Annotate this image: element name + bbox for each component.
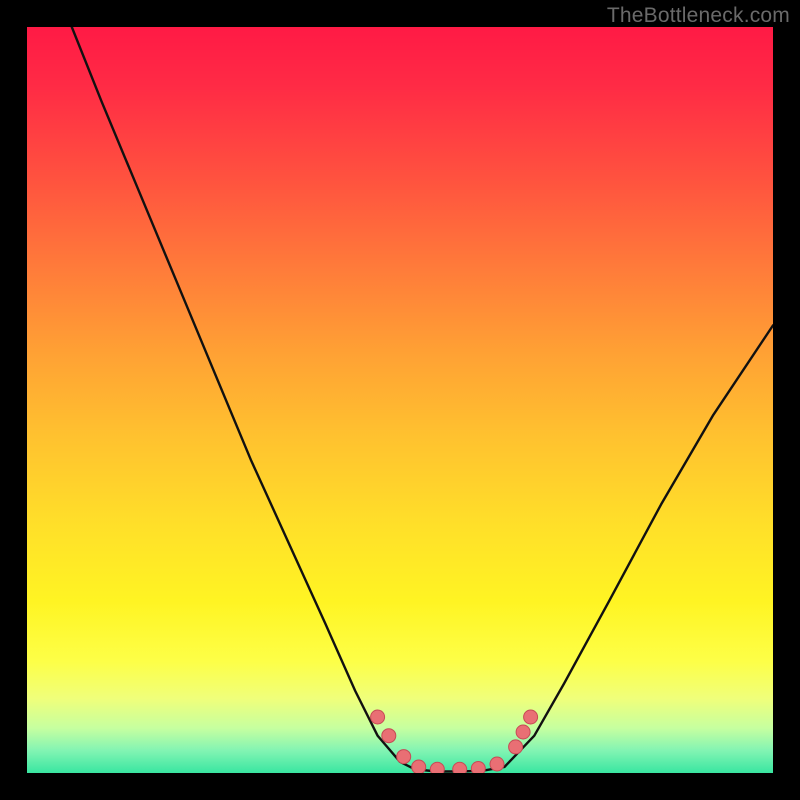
curve-marker xyxy=(509,740,523,754)
curve-marker xyxy=(453,762,467,773)
curve-marker xyxy=(524,710,538,724)
chart-frame xyxy=(27,27,773,773)
bottleneck-curve-plot xyxy=(27,27,773,773)
curve-marker xyxy=(516,725,530,739)
watermark-text: TheBottleneck.com xyxy=(607,4,790,28)
curve-marker xyxy=(471,762,485,774)
bottleneck-curve xyxy=(72,27,773,772)
curve-marker xyxy=(490,757,504,771)
curve-marker xyxy=(412,760,426,773)
curve-marker xyxy=(382,729,396,743)
curve-marker xyxy=(371,710,385,724)
curve-marker xyxy=(430,762,444,773)
curve-marker xyxy=(397,750,411,764)
curve-markers xyxy=(371,710,538,773)
